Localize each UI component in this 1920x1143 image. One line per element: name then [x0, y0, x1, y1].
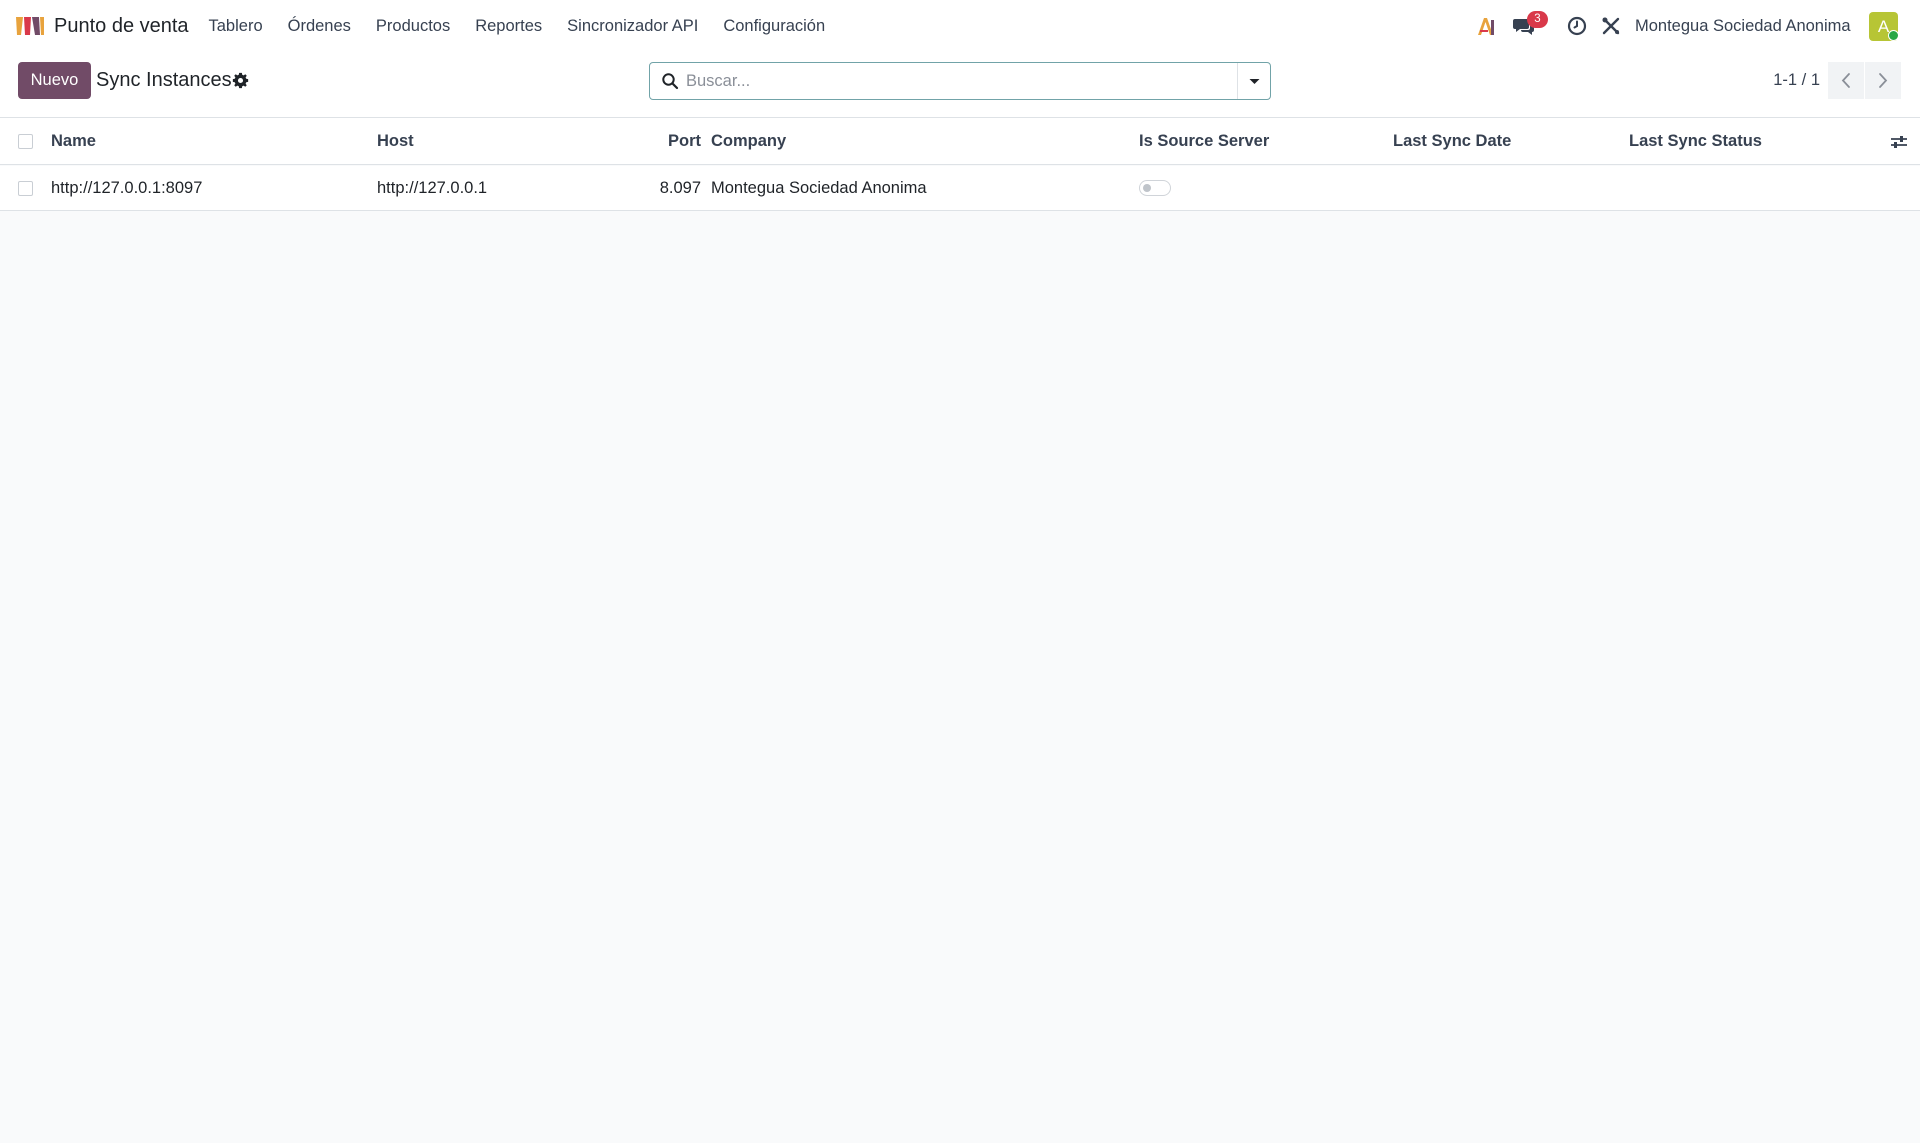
is-source-server-toggle[interactable] — [1139, 180, 1171, 196]
row-select-cell — [18, 166, 33, 210]
messages-count-badge: 3 — [1527, 11, 1548, 28]
menu-item-ordenes[interactable]: Órdenes — [275, 0, 363, 52]
menu-item-sincronizador-api[interactable]: Sincronizador API — [555, 0, 711, 52]
search-bar — [649, 62, 1271, 100]
new-button[interactable]: Nuevo — [18, 62, 91, 99]
column-header-host[interactable]: Host — [377, 118, 414, 164]
debug-tools-icon[interactable] — [1599, 14, 1623, 38]
app-logo-icon[interactable] — [14, 15, 45, 37]
column-header-is-source-server[interactable]: Is Source Server — [1139, 118, 1269, 164]
app-name[interactable]: Punto de venta — [54, 0, 189, 52]
menu-item-tablero[interactable]: Tablero — [196, 0, 275, 52]
cell-company: Montegua Sociedad Anonima — [711, 178, 927, 197]
gear-icon[interactable] — [232, 72, 249, 89]
select-all-cell — [18, 118, 33, 164]
online-status-dot — [1888, 30, 1899, 41]
search-icon — [662, 73, 679, 90]
page-title[interactable]: Sync Instances — [96, 62, 232, 99]
menu-item-productos[interactable]: Productos — [363, 0, 462, 52]
cell-is-source-server — [1139, 166, 1171, 210]
column-header-last-sync-date[interactable]: Last Sync Date — [1393, 118, 1511, 164]
search-options-toggle[interactable] — [1237, 63, 1270, 99]
menu-item-reportes[interactable]: Reportes — [463, 0, 555, 52]
cell-name: http://127.0.0.1:8097 — [51, 178, 203, 197]
cell-host: http://127.0.0.1 — [377, 178, 488, 197]
pager-next-button[interactable] — [1865, 62, 1901, 99]
row-select-checkbox[interactable] — [18, 180, 33, 196]
column-header-name[interactable]: Name — [51, 118, 96, 164]
pager-previous-button[interactable] — [1828, 62, 1864, 99]
chevron-left-icon — [1841, 73, 1850, 88]
caret-down-icon — [1249, 79, 1260, 84]
table-row[interactable]: http://127.0.0.1:8097 http://127.0.0.1 8… — [0, 166, 1920, 211]
chevron-right-icon — [1879, 73, 1888, 88]
select-all-checkbox[interactable] — [18, 133, 33, 149]
control-panel: Nuevo Sync Instances 1-1 / 1 — [0, 52, 1920, 118]
search-input[interactable] — [686, 64, 1226, 98]
optional-columns-icon[interactable] — [1889, 133, 1909, 151]
column-header-last-sync-status[interactable]: Last Sync Status — [1629, 118, 1762, 164]
activity-clock-icon[interactable] — [1565, 14, 1589, 38]
pager-value[interactable]: 1-1 / 1 — [1760, 62, 1820, 99]
top-navbar: Punto de venta Tablero Órdenes Productos… — [0, 0, 1920, 52]
cell-port: 8.097 — [659, 178, 701, 197]
main-menu: Tablero Órdenes Productos Reportes Sincr… — [196, 0, 838, 52]
ai-icon[interactable] — [1474, 14, 1498, 38]
table-header: Name Host Port Company Is Source Server … — [0, 118, 1920, 165]
column-header-company[interactable]: Company — [711, 118, 786, 164]
column-header-port[interactable]: Port — [640, 118, 701, 164]
company-switcher[interactable]: Montegua Sociedad Anonima — [1635, 0, 1851, 52]
menu-item-configuracion[interactable]: Configuración — [711, 0, 838, 52]
